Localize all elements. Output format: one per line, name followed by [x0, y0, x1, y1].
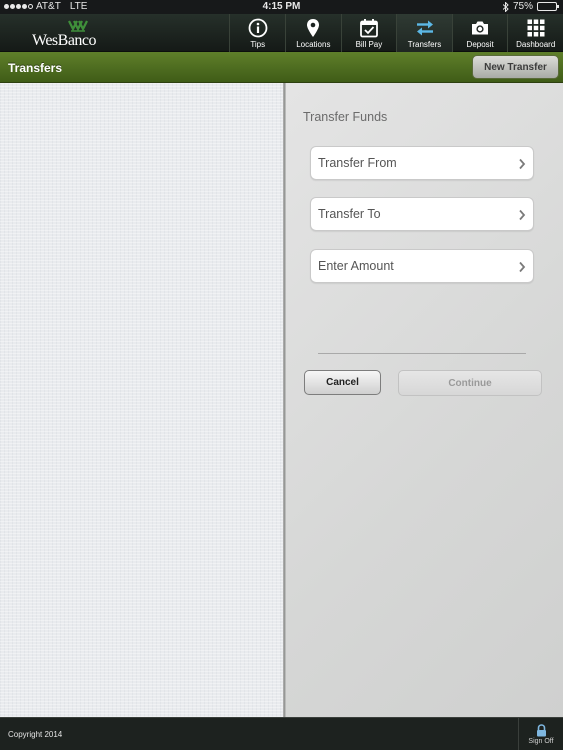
chevron-right-icon — [519, 209, 526, 221]
nav-bill-pay[interactable]: Bill Pay — [340, 14, 397, 52]
chevron-right-icon — [519, 261, 526, 273]
nav-label-bill-pay: Bill Pay — [355, 40, 383, 49]
nav-label-transfers: Transfers — [407, 40, 442, 49]
battery-icon — [537, 2, 559, 11]
transfer-to-field[interactable]: Transfer To — [310, 197, 534, 231]
copyright-text: Copyright 2014 — [8, 730, 63, 739]
nav-dashboard[interactable]: Dashboard — [507, 14, 563, 52]
nav-label-dashboard: Dashboard — [516, 40, 556, 49]
nav-tips[interactable]: Tips — [229, 14, 285, 52]
status-bar: AT&T LTE 4:15 PM 75% — [0, 0, 563, 14]
bluetooth-icon — [502, 1, 509, 12]
nav-transfers[interactable]: Transfers — [396, 14, 452, 52]
page-title: Transfers — [8, 61, 63, 75]
nav-label-tips: Tips — [250, 40, 266, 49]
new-transfer-button[interactable]: New Transfer — [472, 55, 559, 79]
nav-label-locations: Locations — [296, 40, 331, 49]
chevron-right-icon — [519, 158, 526, 170]
info-icon — [248, 18, 268, 38]
wesbanco-logo[interactable]: WesBanco — [28, 20, 108, 49]
title-bar: Transfers New Transfer — [0, 52, 563, 83]
enter-amount-field[interactable]: Enter Amount — [310, 249, 534, 283]
status-time: 4:15 PM — [262, 1, 301, 12]
battery-percent: 75% — [512, 1, 533, 12]
calendar-check-icon — [360, 19, 378, 38]
transfer-form-pane: Transfer Funds Transfer From Transfer To… — [286, 83, 563, 717]
transfers-list-pane[interactable] — [0, 83, 283, 717]
logo-text: WesBanco — [32, 32, 97, 49]
transfer-from-label: Transfer From — [318, 156, 397, 170]
form-separator — [318, 353, 526, 354]
transfer-from-field[interactable]: Transfer From — [310, 146, 534, 180]
top-nav-bar: WesBanco Tips Locations Bill Pay Transfe… — [0, 14, 563, 52]
nav-items: Tips Locations Bill Pay Transfers Deposi… — [229, 14, 563, 52]
nav-locations[interactable]: Locations — [285, 14, 341, 52]
section-title: Transfer Funds — [303, 110, 388, 124]
continue-button[interactable]: Continue — [398, 370, 542, 396]
status-bar-right: 75% — [502, 1, 559, 12]
nav-deposit[interactable]: Deposit — [451, 14, 508, 52]
enter-amount-label: Enter Amount — [318, 259, 394, 273]
transfer-arrows-icon — [416, 20, 433, 36]
map-pin-icon — [307, 19, 320, 37]
cancel-button[interactable]: Cancel — [304, 370, 381, 395]
nav-label-deposit: Deposit — [466, 40, 494, 49]
camera-icon — [472, 21, 489, 35]
footer-bar: Copyright 2014 Sign Off — [0, 717, 563, 750]
lock-icon — [536, 724, 546, 737]
sign-off-label: Sign Off — [528, 738, 554, 745]
transfer-to-label: Transfer To — [318, 207, 381, 221]
grid-icon — [527, 19, 545, 37]
sign-off-button[interactable]: Sign Off — [518, 718, 563, 750]
